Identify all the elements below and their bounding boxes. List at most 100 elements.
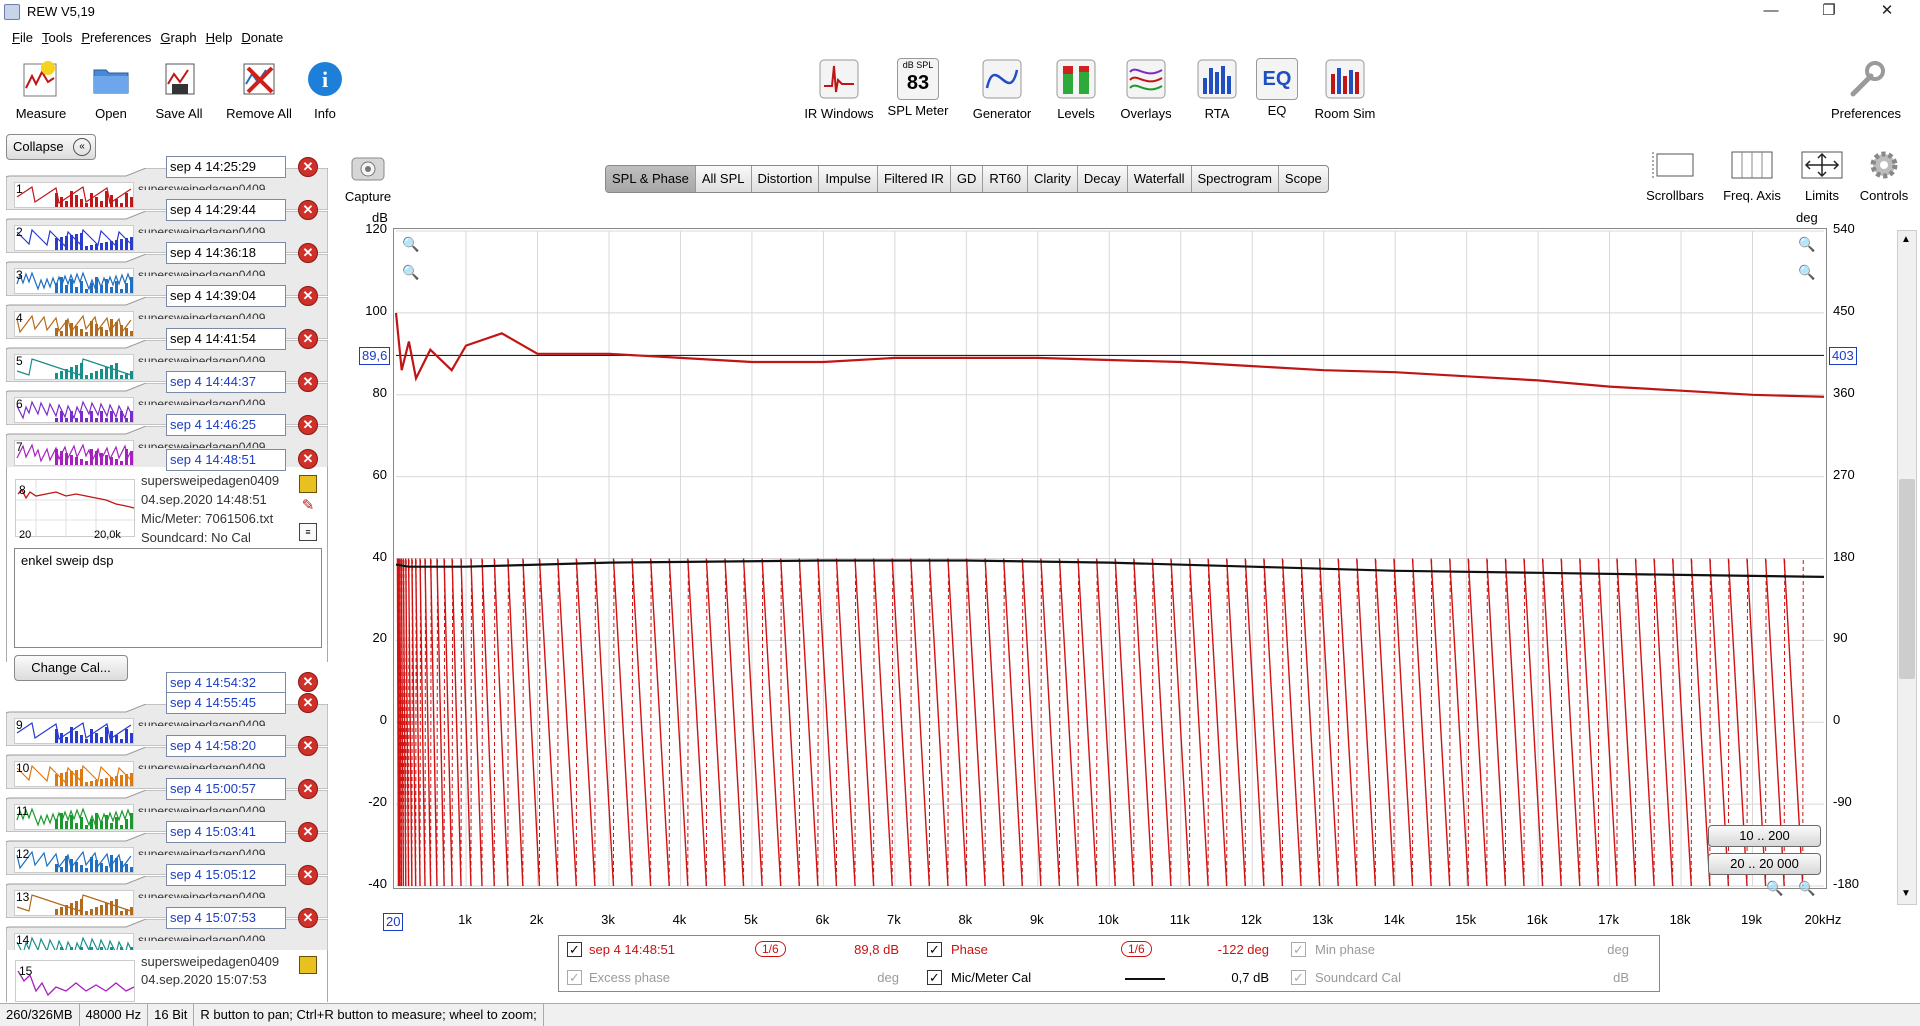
zoom-in-icon[interactable]: 🔍	[402, 236, 419, 253]
levels-button[interactable]: Levels	[1054, 58, 1098, 121]
controls-button[interactable]: Controls	[1856, 148, 1912, 203]
excess-phase-checkbox[interactable]: ✓	[567, 970, 582, 985]
ir-windows-button[interactable]: IR Windows	[800, 58, 878, 121]
measurement-name-field[interactable]: sep 4 14:29:44	[166, 199, 286, 221]
delete-icon[interactable]: ✕	[298, 372, 318, 392]
graph-tab-rt60[interactable]: RT60	[983, 166, 1028, 192]
overlays-button[interactable]: Overlays	[1116, 58, 1176, 121]
selected-name-field[interactable]: sep 4 14:48:51	[166, 449, 286, 471]
scrollbar-thumb[interactable]	[1899, 479, 1915, 679]
measurement-name-field[interactable]: sep 4 14:44:37	[166, 371, 286, 393]
zoom-x-in-icon[interactable]: 🔍	[1798, 880, 1815, 897]
phase-trace-checkbox[interactable]: ✓	[927, 942, 942, 957]
measurement-name-field[interactable]: sep 4 15:00:57	[166, 778, 286, 800]
zoom-out-icon[interactable]: 🔍	[402, 264, 419, 281]
measurement-name-field[interactable]: sep 4 15:07:53	[166, 907, 286, 929]
graph-tab-all-spl[interactable]: All SPL	[696, 166, 752, 192]
edit-icon[interactable]	[299, 956, 317, 974]
spl-smoothing-button[interactable]: 1/6	[755, 941, 786, 957]
delete-icon[interactable]: ✕	[298, 865, 318, 885]
graph-tab-spl-phase[interactable]: SPL & Phase	[606, 166, 696, 192]
graph-tab-scope[interactable]: Scope	[1279, 166, 1328, 192]
restore-icon[interactable]: ❐	[1806, 0, 1852, 24]
eq-button[interactable]: EQ EQ	[1256, 58, 1298, 118]
range-20-20000-button[interactable]: 20 .. 20 000	[1708, 853, 1821, 875]
graph-tab-spectrogram[interactable]: Spectrogram	[1192, 166, 1279, 192]
measurement-name-field[interactable]: sep 4 14:46:25	[166, 414, 286, 436]
delete-icon[interactable]: ✕	[298, 822, 318, 842]
change-cal-button[interactable]: Change Cal...	[14, 655, 128, 681]
measurement-name-field[interactable]: sep 4 15:03:41	[166, 821, 286, 843]
scrollbars-button[interactable]: Scrollbars	[1643, 148, 1707, 203]
measurement-name-field[interactable]: sep 4 14:58:20	[166, 735, 286, 757]
info-button[interactable]: i Info	[304, 58, 346, 121]
preferences-button[interactable]: Preferences	[1826, 58, 1906, 121]
delete-icon[interactable]: ✕	[298, 243, 318, 263]
menu-graph[interactable]: Graph	[160, 27, 196, 49]
delete-icon[interactable]: ✕	[298, 779, 318, 799]
delete-icon[interactable]: ✕	[298, 286, 318, 306]
soundcard-cal-checkbox[interactable]: ✓	[1291, 970, 1306, 985]
graph-tab-filtered-ir[interactable]: Filtered IR	[878, 166, 951, 192]
pencil-icon[interactable]: ✎	[299, 497, 317, 515]
name-field[interactable]: sep 4 14:54:32	[166, 672, 286, 694]
delete-icon[interactable]: ✕	[298, 329, 318, 349]
spl-phase-graph[interactable]	[393, 228, 1827, 889]
zoom-in-right-icon[interactable]: 🔍	[1798, 236, 1815, 253]
measurement-notes[interactable]: enkel sweip dsp	[14, 548, 322, 648]
rta-button[interactable]: RTA	[1196, 58, 1238, 121]
delete-icon[interactable]: ✕	[298, 157, 318, 177]
delete-icon[interactable]: ✕	[298, 672, 318, 692]
capture-button[interactable]: Capture	[344, 150, 392, 204]
zoom-out-right-icon[interactable]: 🔍	[1798, 264, 1815, 281]
menu-file[interactable]: File	[12, 27, 33, 49]
limits-button[interactable]: Limits	[1796, 148, 1848, 203]
menu-donate[interactable]: Donate	[241, 27, 283, 49]
graph-tab-distortion[interactable]: Distortion	[752, 166, 820, 192]
measurement-name-field[interactable]: sep 4 14:39:04	[166, 285, 286, 307]
graph-tab-waterfall[interactable]: Waterfall	[1128, 166, 1192, 192]
save-all-button[interactable]: Save All	[148, 58, 210, 121]
close-icon[interactable]: ✕	[1864, 0, 1910, 24]
thumbnail-bar	[60, 733, 63, 743]
spl-trace-checkbox[interactable]: ✓	[567, 942, 582, 957]
measure-button[interactable]: Measure	[10, 58, 72, 121]
menu-preferences[interactable]: Preferences	[81, 27, 151, 49]
measurement-name-field[interactable]: sep 4 14:25:29	[166, 156, 286, 178]
freq-axis-button[interactable]: Freq. Axis	[1718, 148, 1786, 203]
measurement-15[interactable]: 15 supersweipedagen0409 04.sep.2020 15:0…	[6, 950, 328, 1002]
remove-all-button[interactable]: Remove All	[222, 58, 296, 121]
generator-button[interactable]: Generator	[968, 58, 1036, 121]
mic-cal-checkbox[interactable]: ✓	[927, 970, 942, 985]
scroll-down-icon[interactable]: ▼	[1901, 888, 1911, 899]
graph-tab-clarity[interactable]: Clarity	[1028, 166, 1078, 192]
graph-tab-decay[interactable]: Decay	[1078, 166, 1128, 192]
delete-icon[interactable]: ✕	[298, 200, 318, 220]
measurement-name-field[interactable]: sep 4 14:36:18	[166, 242, 286, 264]
open-button[interactable]: Open	[82, 58, 140, 121]
delete-icon[interactable]: ✕	[298, 415, 318, 435]
room-sim-button[interactable]: Room Sim	[1312, 58, 1378, 121]
spl-meter-button[interactable]: dB SPL 83 SPL Meter	[886, 58, 950, 118]
minimize-icon[interactable]: —	[1748, 0, 1794, 24]
phase-smoothing-button[interactable]: 1/6	[1121, 941, 1152, 957]
graph-tab-impulse[interactable]: Impulse	[819, 166, 878, 192]
measurement-name-field[interactable]: sep 4 15:05:12	[166, 864, 286, 886]
range-10-200-button[interactable]: 10 .. 200	[1708, 825, 1821, 847]
edit-icon[interactable]	[299, 475, 317, 493]
collapse-button[interactable]: Collapse «	[6, 134, 96, 160]
min-phase-checkbox[interactable]: ✓	[1291, 942, 1306, 957]
delete-icon[interactable]: ✕	[298, 736, 318, 756]
zoom-x-out-icon[interactable]: 🔍	[1766, 880, 1783, 897]
graph-tab-gd[interactable]: GD	[951, 166, 984, 192]
delete-icon[interactable]: ✕	[298, 693, 318, 713]
vertical-scrollbar[interactable]: ▲ ▼	[1897, 230, 1917, 905]
measurement-name-field[interactable]: sep 4 14:55:45	[166, 692, 286, 714]
scroll-up-icon[interactable]: ▲	[1901, 234, 1911, 245]
menu-tools[interactable]: Tools	[42, 27, 72, 49]
notes-icon[interactable]: ≡	[299, 523, 317, 541]
measurement-name-field[interactable]: sep 4 14:41:54	[166, 328, 286, 350]
menu-help[interactable]: Help	[206, 27, 233, 49]
delete-icon[interactable]: ✕	[298, 908, 318, 928]
delete-icon[interactable]: ✕	[298, 449, 318, 469]
